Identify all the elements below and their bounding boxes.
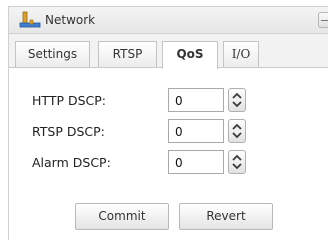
commit-button[interactable]: Commit	[75, 203, 169, 230]
stepper-arrows-icon	[232, 154, 242, 170]
tab-strip: Settings RTSP QoS I/O	[8, 34, 328, 69]
rtsp-dscp-stepper[interactable]	[228, 119, 246, 143]
stepper-arrows-icon	[232, 123, 242, 139]
panel-title: Network	[45, 13, 96, 27]
alarm-dscp-spinner: 0	[168, 150, 252, 174]
network-panel: Network Settings RTSP QoS I/O HTTP DSCP:…	[0, 0, 328, 240]
rtsp-dscp-label: RTSP DSCP:	[32, 124, 105, 139]
http-dscp-label: HTTP DSCP:	[32, 93, 106, 108]
alarm-dscp-stepper[interactable]	[228, 150, 246, 174]
stepper-arrows-icon	[232, 92, 242, 108]
tab-qos[interactable]: QoS	[162, 41, 218, 69]
rtsp-dscp-input[interactable]: 0	[168, 119, 224, 143]
tab-rtsp[interactable]: RTSP	[98, 41, 157, 68]
tab-settings[interactable]: Settings	[15, 41, 90, 68]
panel-header: Network	[8, 6, 328, 34]
revert-button[interactable]: Revert	[179, 203, 273, 230]
network-icon	[19, 11, 41, 29]
collapse-icon[interactable]	[318, 12, 328, 28]
rtsp-dscp-spinner: 0	[168, 119, 252, 143]
alarm-dscp-label: Alarm DSCP:	[32, 155, 111, 170]
alarm-dscp-input[interactable]: 0	[168, 150, 224, 174]
http-dscp-input[interactable]: 0	[168, 88, 224, 112]
qos-content: HTTP DSCP: 0 RTSP DSCP: 0 Alarm DSCP: 0	[8, 68, 328, 240]
http-dscp-spinner: 0	[168, 88, 252, 112]
http-dscp-stepper[interactable]	[228, 88, 246, 112]
tab-io[interactable]: I/O	[223, 41, 259, 68]
